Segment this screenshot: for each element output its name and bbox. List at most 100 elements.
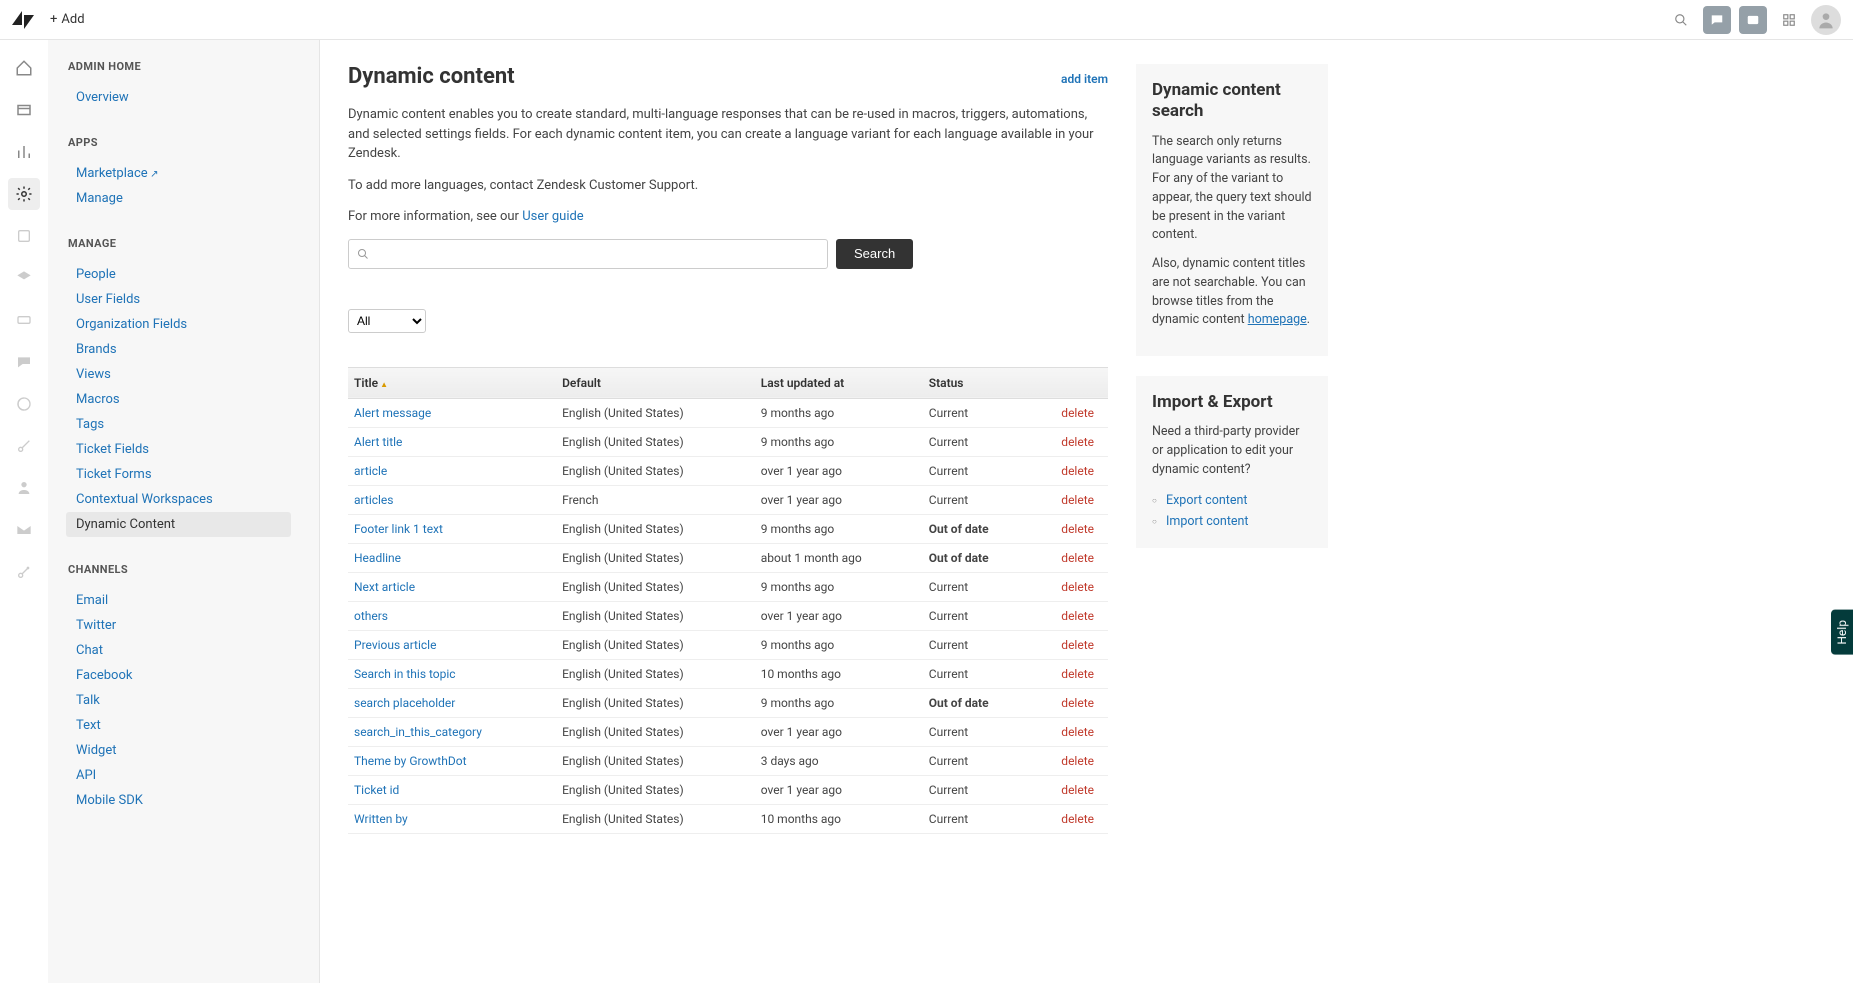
delete-link[interactable]: delete xyxy=(1061,580,1094,594)
rail-icon-5[interactable] xyxy=(8,220,40,252)
delete-link[interactable]: delete xyxy=(1061,551,1094,565)
row-title-link[interactable]: Theme by GrowthDot xyxy=(354,754,467,768)
sidebar-item-text[interactable]: Text xyxy=(68,713,319,738)
sidebar-item-ticket-fields[interactable]: Ticket Fields xyxy=(68,437,319,462)
sidebar-heading: CHANNELS xyxy=(68,563,319,576)
row-title-link[interactable]: Alert title xyxy=(354,435,402,449)
rail-icon-10[interactable] xyxy=(8,430,40,462)
sidebar-item-facebook[interactable]: Facebook xyxy=(68,663,319,688)
sidebar-item-macros[interactable]: Macros xyxy=(68,387,319,412)
reporting-icon[interactable] xyxy=(8,136,40,168)
sidebar-item-mobile-sdk[interactable]: Mobile SDK xyxy=(68,788,319,813)
export-link[interactable]: Import content xyxy=(1152,511,1312,532)
sidebar-item-organization-fields[interactable]: Organization Fields xyxy=(68,312,319,337)
chat-icon[interactable] xyxy=(1703,6,1731,34)
sidebar-item-talk[interactable]: Talk xyxy=(68,688,319,713)
search-panel-p2: Also, dynamic content titles are not sea… xyxy=(1152,255,1312,330)
delete-link[interactable]: delete xyxy=(1061,754,1094,768)
row-default: English (United States) xyxy=(556,717,755,746)
delete-link[interactable]: delete xyxy=(1061,522,1094,536)
rail-icon-12[interactable] xyxy=(8,514,40,546)
row-title-link[interactable]: Footer link 1 text xyxy=(354,522,443,536)
row-title-link[interactable]: search placeholder xyxy=(354,696,455,710)
row-updated: over 1 year ago xyxy=(755,485,923,514)
search-input[interactable] xyxy=(369,246,819,261)
row-updated: 9 months ago xyxy=(755,514,923,543)
col-status[interactable]: Status xyxy=(923,367,1030,398)
row-title-link[interactable]: Previous article xyxy=(354,638,436,652)
filter-select[interactable]: All xyxy=(348,309,426,333)
row-title-link[interactable]: Written by xyxy=(354,812,408,826)
delete-link[interactable]: delete xyxy=(1061,725,1094,739)
delete-link[interactable]: delete xyxy=(1061,812,1094,826)
delete-link[interactable]: delete xyxy=(1061,464,1094,478)
row-title-link[interactable]: Alert message xyxy=(354,406,431,420)
row-updated: 9 months ago xyxy=(755,688,923,717)
rail-icon-7[interactable] xyxy=(8,304,40,336)
help-tab[interactable]: Help xyxy=(1831,610,1853,655)
avatar[interactable] xyxy=(1811,5,1841,35)
sidebar-item-api[interactable]: API xyxy=(68,763,319,788)
row-status: Current xyxy=(923,601,1030,630)
rail-icon-13[interactable] xyxy=(8,556,40,588)
col-updated[interactable]: Last updated at xyxy=(755,367,923,398)
sidebar-item-overview[interactable]: Overview xyxy=(68,85,319,110)
delete-link[interactable]: delete xyxy=(1061,667,1094,681)
sidebar-item-ticket-forms[interactable]: Ticket Forms xyxy=(68,462,319,487)
delete-link[interactable]: delete xyxy=(1061,638,1094,652)
page-title: Dynamic content xyxy=(348,64,515,89)
sidebar-item-people[interactable]: People xyxy=(68,262,319,287)
user-guide-link[interactable]: User guide xyxy=(522,209,584,224)
col-default[interactable]: Default xyxy=(556,367,755,398)
delete-link[interactable]: delete xyxy=(1061,696,1094,710)
export-link[interactable]: Export content xyxy=(1152,490,1312,511)
sidebar-item-marketplace[interactable]: Marketplace xyxy=(68,161,319,186)
rail-icon-6[interactable] xyxy=(8,262,40,294)
sidebar-item-twitter[interactable]: Twitter xyxy=(68,613,319,638)
delete-link[interactable]: delete xyxy=(1061,493,1094,507)
row-title-link[interactable]: search_in_this_category xyxy=(354,725,482,739)
col-title[interactable]: Title xyxy=(348,367,556,398)
homepage-link[interactable]: homepage xyxy=(1248,312,1307,327)
sidebar-item-dynamic-content[interactable]: Dynamic Content xyxy=(66,512,291,537)
search-panel-p1: The search only returns language variant… xyxy=(1152,133,1312,246)
delete-link[interactable]: delete xyxy=(1061,406,1094,420)
delete-link[interactable]: delete xyxy=(1061,783,1094,797)
row-status: Current xyxy=(923,427,1030,456)
sidebar-item-email[interactable]: Email xyxy=(68,588,319,613)
row-title-link[interactable]: Ticket id xyxy=(354,783,399,797)
gear-icon[interactable] xyxy=(8,178,40,210)
sidebar[interactable]: ADMIN HOMEOverviewAPPSMarketplaceManageM… xyxy=(48,40,320,983)
apps-grid-icon[interactable] xyxy=(1775,6,1803,34)
row-title-link[interactable]: Next article xyxy=(354,580,415,594)
sidebar-item-views[interactable]: Views xyxy=(68,362,319,387)
sidebar-item-widget[interactable]: Widget xyxy=(68,738,319,763)
notifications-icon[interactable] xyxy=(1739,6,1767,34)
rail-icon-9[interactable] xyxy=(8,388,40,420)
sidebar-heading: MANAGE xyxy=(68,237,319,250)
row-status: Out of date xyxy=(923,543,1030,572)
sidebar-item-manage[interactable]: Manage xyxy=(68,186,319,211)
row-title-link[interactable]: Search in this topic xyxy=(354,667,456,681)
sidebar-item-brands[interactable]: Brands xyxy=(68,337,319,362)
rail-icon-11[interactable] xyxy=(8,472,40,504)
row-title-link[interactable]: article xyxy=(354,464,387,478)
add-item-link[interactable]: add item xyxy=(1061,72,1108,86)
sidebar-item-contextual-workspaces[interactable]: Contextual Workspaces xyxy=(68,487,319,512)
table-row: Search in this topicEnglish (United Stat… xyxy=(348,659,1108,688)
add-button[interactable]: + Add xyxy=(50,12,85,27)
search-button[interactable]: Search xyxy=(836,239,913,269)
delete-link[interactable]: delete xyxy=(1061,435,1094,449)
search-icon[interactable] xyxy=(1667,6,1695,34)
home-icon[interactable] xyxy=(8,52,40,84)
sidebar-item-user-fields[interactable]: User Fields xyxy=(68,287,319,312)
sidebar-item-chat[interactable]: Chat xyxy=(68,638,319,663)
sidebar-item-tags[interactable]: Tags xyxy=(68,412,319,437)
delete-link[interactable]: delete xyxy=(1061,609,1094,623)
row-title-link[interactable]: articles xyxy=(354,493,394,507)
rail-icon-8[interactable] xyxy=(8,346,40,378)
row-title-link[interactable]: others xyxy=(354,609,388,623)
table-row: search placeholderEnglish (United States… xyxy=(348,688,1108,717)
row-title-link[interactable]: Headline xyxy=(354,551,401,565)
tickets-icon[interactable] xyxy=(8,94,40,126)
